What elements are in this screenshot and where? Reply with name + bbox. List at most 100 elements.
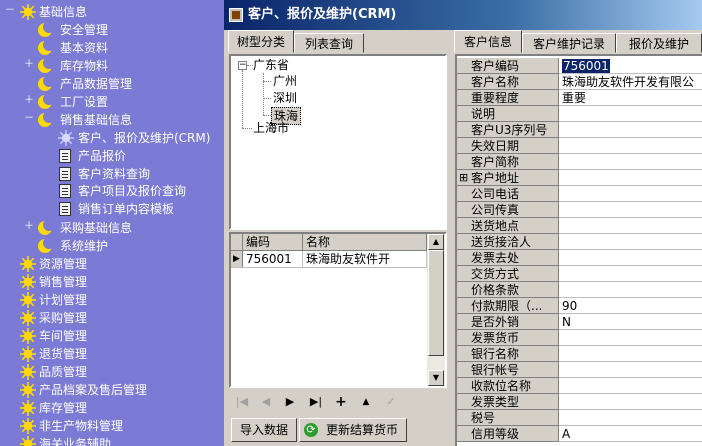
property-value[interactable] xyxy=(559,346,702,362)
scroll-down-icon[interactable]: ▼ xyxy=(428,370,444,386)
tree-node-guangdong[interactable]: 广东省 xyxy=(253,57,289,73)
nav-item[interactable]: 海关业务辅助 xyxy=(0,435,224,446)
property-label[interactable]: 付款期限（... xyxy=(457,298,559,314)
column-header-name[interactable]: 名称 xyxy=(303,234,427,251)
cell-code[interactable]: 756001 xyxy=(243,251,303,268)
expand-icon[interactable]: ＋ xyxy=(24,60,34,70)
property-value[interactable]: N xyxy=(559,314,702,330)
property-label[interactable]: 公司电话 xyxy=(457,186,559,202)
property-value[interactable] xyxy=(559,378,702,394)
scroll-up-icon[interactable]: ▲ xyxy=(428,234,444,250)
nav-item[interactable]: 客户项目及报价查询 xyxy=(0,182,224,200)
nav-item[interactable]: 车间管理 xyxy=(0,327,224,345)
property-value[interactable] xyxy=(559,154,702,170)
property-label[interactable]: 银行名称 xyxy=(457,346,559,362)
nav-item[interactable]: 产品档案及售后管理 xyxy=(0,381,224,399)
tree-node-shanghai[interactable]: 上海市 xyxy=(253,120,289,136)
nav-item[interactable]: 系统维护 xyxy=(0,237,224,255)
nav-item[interactable]: 客户资料查询 xyxy=(0,165,224,183)
property-label[interactable]: 信用等级 xyxy=(457,426,559,442)
expand-icon[interactable]: ＋ xyxy=(24,96,34,106)
nav-item[interactable]: 库存管理 xyxy=(0,399,224,417)
property-label[interactable]: 客户简称 xyxy=(457,154,559,170)
tab-customer-info[interactable]: 客户信息 xyxy=(454,30,522,53)
property-label[interactable]: ⊞ 客户地址 xyxy=(457,170,559,186)
property-label[interactable]: 发票类型 xyxy=(457,394,559,410)
property-value[interactable] xyxy=(559,250,702,266)
property-label[interactable]: 送货地点 xyxy=(457,218,559,234)
property-value[interactable] xyxy=(559,394,702,410)
nav-item[interactable]: ＋ 库存物料 xyxy=(0,57,224,75)
property-label[interactable]: 客户U3序列号 xyxy=(457,122,559,138)
nav-item[interactable]: 退货管理 xyxy=(0,345,224,363)
column-header-code[interactable]: 编码 xyxy=(243,234,303,251)
property-label[interactable]: 税号 xyxy=(457,410,559,426)
nav-item[interactable]: 资源管理 xyxy=(0,255,224,273)
nav-item[interactable]: 计划管理 xyxy=(0,291,224,309)
property-label[interactable]: 客户编码 xyxy=(457,58,559,74)
edit-record-icon[interactable]: ▲ xyxy=(355,392,377,412)
property-label[interactable]: 交货方式 xyxy=(457,266,559,282)
post-record-icon[interactable]: ✓ xyxy=(380,392,402,412)
property-label[interactable]: 收款位名称 xyxy=(457,378,559,394)
collapse-icon[interactable]: － xyxy=(5,6,15,16)
nav-item[interactable]: 基本资料 xyxy=(0,39,224,57)
expand-icon[interactable]: ⊞ xyxy=(459,170,468,185)
property-label[interactable]: 公司传真 xyxy=(457,202,559,218)
nav-item[interactable]: 安全管理 xyxy=(0,21,224,39)
nav-item[interactable]: － 基础信息 xyxy=(0,3,224,21)
nav-item[interactable]: 采购管理 xyxy=(0,309,224,327)
insert-record-icon[interactable]: + xyxy=(330,392,352,412)
customer-list-grid[interactable]: 编码 名称 ▶ 756001 珠海助友软件开 ▲ ▼ xyxy=(229,232,447,388)
property-label[interactable]: 送货接洽人 xyxy=(457,234,559,250)
property-value[interactable] xyxy=(559,202,702,218)
expand-icon[interactable]: ＋ xyxy=(24,222,34,232)
property-label[interactable]: 客户名称 xyxy=(457,74,559,90)
property-value[interactable]: A xyxy=(559,426,702,442)
property-value[interactable] xyxy=(559,122,702,138)
nav-item[interactable]: 销售订单内容模板 xyxy=(0,200,224,218)
window-icon[interactable] xyxy=(229,8,243,22)
collapse-icon[interactable]: − xyxy=(238,61,247,70)
property-value[interactable] xyxy=(559,410,702,426)
tree-node-shenzhen[interactable]: 深圳 xyxy=(273,90,297,106)
nav-item[interactable]: － 销售基础信息 xyxy=(0,111,224,129)
property-value[interactable] xyxy=(559,266,702,282)
nav-item[interactable]: 销售管理 xyxy=(0,273,224,291)
property-label[interactable]: 价格条款 xyxy=(457,282,559,298)
property-value[interactable]: 756001 xyxy=(559,58,702,74)
update-currency-button[interactable]: ⟳ 更新结算货币 xyxy=(299,418,407,442)
region-tree-panel[interactable]: − 广东省 广州 深圳 珠海 上海市 xyxy=(229,54,447,230)
nav-item[interactable]: 品质管理 xyxy=(0,363,224,381)
prior-record-icon[interactable]: ◀ xyxy=(255,392,277,412)
grid-scrollbar[interactable]: ▲ ▼ xyxy=(427,234,445,386)
collapse-icon[interactable]: － xyxy=(24,114,34,124)
cell-name[interactable]: 珠海助友软件开 xyxy=(303,251,427,268)
next-record-icon[interactable]: ▶ xyxy=(279,392,301,412)
property-value[interactable] xyxy=(559,282,702,298)
tab-customer-maintenance[interactable]: 客户维护记录 xyxy=(522,33,616,53)
property-value[interactable] xyxy=(559,330,702,346)
property-value[interactable] xyxy=(559,186,702,202)
nav-item[interactable]: 产品报价 xyxy=(0,147,224,165)
property-value[interactable] xyxy=(559,234,702,250)
property-value[interactable] xyxy=(559,106,702,122)
property-value[interactable] xyxy=(559,170,702,186)
property-value[interactable] xyxy=(559,218,702,234)
tab-quote-maintenance[interactable]: 报价及维护 xyxy=(616,33,702,53)
import-data-button[interactable]: 导入数据 xyxy=(231,418,297,442)
property-label[interactable]: 银行帐号 xyxy=(457,362,559,378)
last-record-icon[interactable]: ▶| xyxy=(305,392,327,412)
property-label[interactable]: 发票去处 xyxy=(457,250,559,266)
property-label[interactable]: 重要程度 xyxy=(457,90,559,106)
tab-list-query[interactable]: 列表查询 xyxy=(294,33,364,53)
property-value[interactable] xyxy=(559,362,702,378)
property-label[interactable]: 发票货币 xyxy=(457,330,559,346)
property-value[interactable]: 90 xyxy=(559,298,702,314)
property-label[interactable]: 说明 xyxy=(457,106,559,122)
nav-item[interactable]: 产品数据管理 xyxy=(0,75,224,93)
property-value[interactable]: 珠海助友软件开发有限公 xyxy=(559,74,702,90)
nav-item[interactable]: ＋ 工厂设置 xyxy=(0,93,224,111)
property-value[interactable] xyxy=(559,138,702,154)
scroll-thumb[interactable] xyxy=(428,250,444,356)
